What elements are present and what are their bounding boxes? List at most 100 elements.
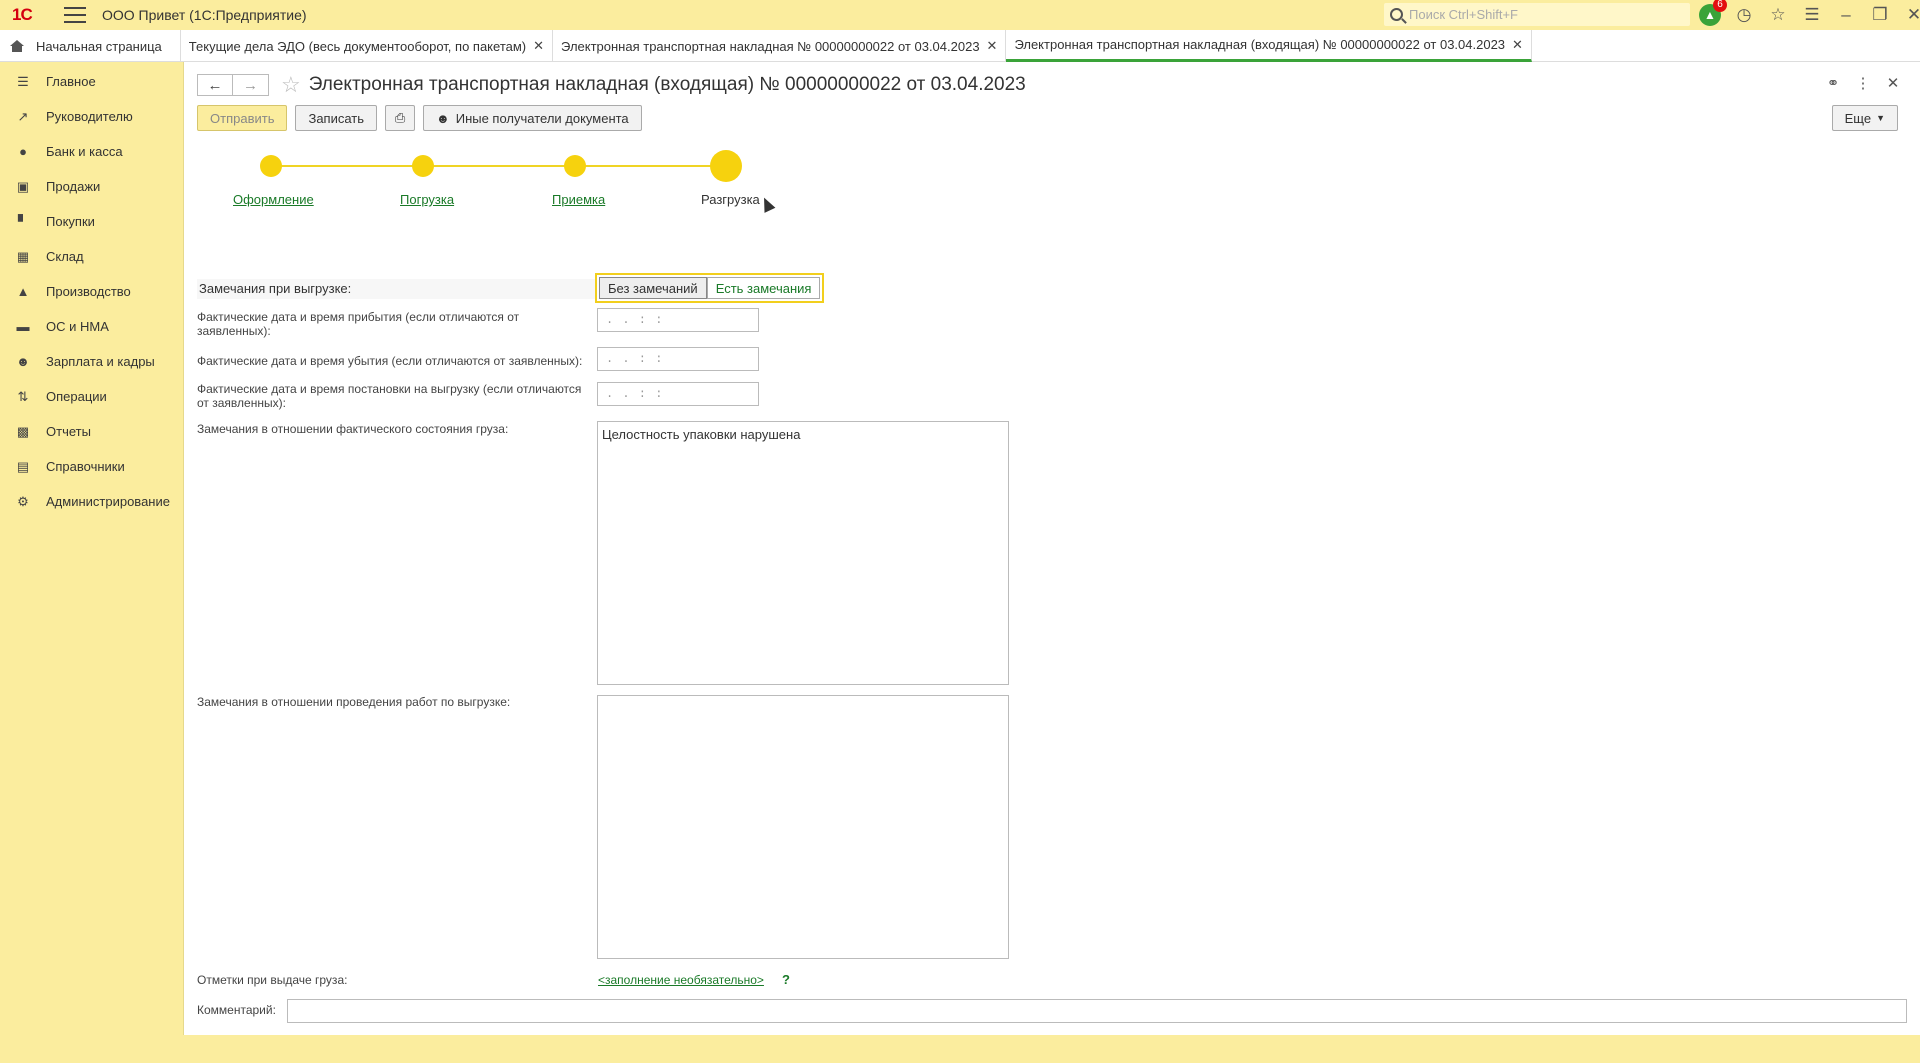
bottom-strip bbox=[0, 1035, 1920, 1063]
menu-icon[interactable] bbox=[64, 7, 86, 23]
step-loading[interactable]: Погрузка bbox=[400, 192, 454, 207]
cart-icon: ▘ bbox=[18, 213, 28, 229]
sidebar-item-assets[interactable]: ▬ ОС и НМА bbox=[0, 309, 183, 344]
sidebar-item-references[interactable]: ▤ Справочники bbox=[0, 449, 183, 484]
comment-input[interactable] bbox=[287, 999, 1907, 1023]
works-label: Замечания в отношении проведения работ п… bbox=[197, 695, 511, 709]
sidebar-item-sales[interactable]: ▣ Продажи bbox=[0, 169, 183, 204]
minimize-icon[interactable]: – bbox=[1829, 3, 1863, 27]
users-icon: ☻ bbox=[436, 110, 450, 126]
progress-stepper: Оформление Погрузка Приемка Разгрузка bbox=[197, 150, 760, 210]
restore-icon[interactable]: ❐ bbox=[1863, 3, 1897, 27]
sidebar-item-purchases[interactable]: ▘ Покупки bbox=[0, 204, 183, 239]
title-row: ← → ☆ Электронная транспортная накладная… bbox=[197, 72, 1026, 98]
sidebar-item-label: Справочники bbox=[46, 459, 125, 474]
functions-menu-icon[interactable]: ☰ bbox=[1795, 3, 1829, 27]
sidebar-item-label: Склад bbox=[46, 249, 84, 264]
sidebar-item-label: ОС и НМА bbox=[46, 319, 109, 334]
home-icon bbox=[10, 40, 24, 52]
grid-icon: ▦ bbox=[16, 248, 30, 264]
step-dot-current bbox=[710, 150, 742, 182]
close-icon[interactable]: ✕ bbox=[1512, 37, 1523, 53]
search-box[interactable] bbox=[1384, 3, 1690, 26]
sidebar-item-hr[interactable]: ☻ Зарплата и кадры bbox=[0, 344, 183, 379]
sidebar-item-label: Производство bbox=[46, 284, 131, 299]
step-acceptance[interactable]: Приемка bbox=[552, 192, 605, 207]
other-recipients-button[interactable]: ☻ Иные получатели документа bbox=[423, 105, 642, 131]
step-dot bbox=[564, 155, 586, 177]
trend-icon: ↗ bbox=[17, 108, 29, 124]
bag-icon: ▣ bbox=[16, 178, 30, 194]
arrival-label: Фактические дата и время прибытия (если … bbox=[197, 310, 520, 338]
bar-chart-icon: ▩ bbox=[16, 423, 30, 439]
tab-waybill-incoming[interactable]: Электронная транспортная накладная (вход… bbox=[1006, 30, 1532, 62]
forward-button[interactable]: → bbox=[233, 74, 269, 96]
placement-date-input[interactable]: . . : : bbox=[597, 382, 759, 406]
remarks-toggle: Без замечаний Есть замечания bbox=[595, 273, 825, 303]
tab-edo-tasks[interactable]: Текущие дела ЭДО (весь документооборот, … bbox=[181, 30, 554, 62]
works-textarea[interactable] bbox=[597, 695, 1009, 959]
list-icon: ☰ bbox=[17, 73, 29, 89]
close-app-icon[interactable]: ✕ bbox=[1897, 3, 1920, 27]
sidebar-item-label: Главное bbox=[46, 74, 96, 89]
sidebar-item-label: Руководителю bbox=[46, 109, 133, 124]
notifications-badge: 6 bbox=[1713, 0, 1727, 12]
save-button[interactable]: Записать bbox=[295, 105, 378, 131]
close-icon[interactable]: ✕ bbox=[533, 38, 544, 54]
app-title: ООО Привет (1С:Предприятие) bbox=[102, 7, 307, 23]
sidebar-item-admin[interactable]: ⚙ Администрирование bbox=[0, 484, 183, 519]
link-icon[interactable]: ⚭ bbox=[1818, 74, 1848, 92]
tab-waybill[interactable]: Электронная транспортная накладная № 000… bbox=[553, 30, 1007, 62]
sidebar-item-bank[interactable]: ● Банк и касса bbox=[0, 134, 183, 169]
close-icon[interactable]: ✕ bbox=[987, 38, 998, 54]
chevron-down-icon: ▼ bbox=[1876, 113, 1885, 123]
notifications-button[interactable]: ▲ 6 bbox=[1693, 0, 1727, 27]
sidebar-item-label: Банк и касса bbox=[46, 144, 123, 159]
toolbar: Отправить Записать ⎙ ☻ Иные получатели д… bbox=[197, 105, 650, 131]
printer-icon: ⎙ bbox=[394, 110, 406, 125]
back-button[interactable]: ← bbox=[197, 74, 233, 96]
arrival-date-input[interactable]: . . : : bbox=[597, 308, 759, 332]
sidebar-item-label: Зарплата и кадры bbox=[46, 354, 155, 369]
cargo-state-textarea[interactable]: Целостность упаковки нарушена bbox=[597, 421, 1009, 685]
sidebar-item-label: Операции bbox=[46, 389, 107, 404]
tab-label: Электронная транспортная накладная № 000… bbox=[561, 38, 980, 54]
departure-date-input[interactable]: . . : : bbox=[597, 347, 759, 371]
toggle-has-remarks[interactable]: Есть замечания bbox=[706, 277, 821, 299]
search-input[interactable] bbox=[1409, 7, 1679, 22]
sidebar-item-operations[interactable]: ⇅ Операции bbox=[0, 379, 183, 414]
close-icon[interactable]: ✕ bbox=[1878, 74, 1908, 92]
more-vertical-icon[interactable]: ⋮ bbox=[1848, 74, 1878, 92]
tab-home[interactable]: Начальная страница bbox=[0, 30, 181, 62]
sidebar-item-label: Администрирование bbox=[46, 494, 170, 509]
sidebar-item-manager[interactable]: ↗ Руководителю bbox=[0, 99, 183, 134]
mouse-cursor bbox=[758, 195, 776, 213]
sidebar-item-warehouse[interactable]: ▦ Склад bbox=[0, 239, 183, 274]
tab-label: Электронная транспортная накладная (вход… bbox=[1014, 37, 1506, 52]
bell-icon: ▲ 6 bbox=[1699, 0, 1727, 26]
search-icon bbox=[1390, 8, 1403, 21]
favorite-star-icon[interactable]: ☆ bbox=[281, 72, 301, 98]
more-button[interactable]: Еще ▼ bbox=[1831, 105, 1898, 131]
step-unloading: Разгрузка bbox=[701, 192, 760, 207]
tabs-bar: Начальная страница Текущие дела ЭДО (вес… bbox=[0, 30, 1920, 62]
print-button[interactable]: ⎙ bbox=[385, 105, 416, 131]
sidebar: ☰ Главное ↗ Руководителю ● Банк и касса ▣ Пр… bbox=[0, 62, 184, 1035]
step-dot bbox=[412, 155, 434, 177]
sidebar-item-main[interactable]: ☰ Главное bbox=[0, 64, 183, 99]
app-logo: 1С bbox=[12, 5, 33, 24]
favorites-icon[interactable]: ☆ bbox=[1761, 3, 1795, 27]
person-icon: ☻ bbox=[16, 354, 30, 369]
step-formalization[interactable]: Оформление bbox=[233, 192, 314, 207]
issue-marks-link[interactable]: <заполнение необязательно> bbox=[598, 973, 764, 987]
help-icon[interactable]: ? bbox=[782, 972, 790, 987]
toggle-no-remarks[interactable]: Без замечаний bbox=[599, 277, 707, 299]
sidebar-item-label: Отчеты bbox=[46, 424, 91, 439]
history-icon[interactable]: ◷ bbox=[1727, 3, 1761, 27]
sidebar-item-production[interactable]: ▲ Производство bbox=[0, 274, 183, 309]
sidebar-item-reports[interactable]: ▩ Отчеты bbox=[0, 414, 183, 449]
dt-kt-icon: ⇅ bbox=[17, 388, 29, 404]
send-button[interactable]: Отправить bbox=[197, 105, 288, 131]
stepper-line bbox=[263, 165, 719, 167]
tab-label: Начальная страница bbox=[36, 38, 162, 54]
